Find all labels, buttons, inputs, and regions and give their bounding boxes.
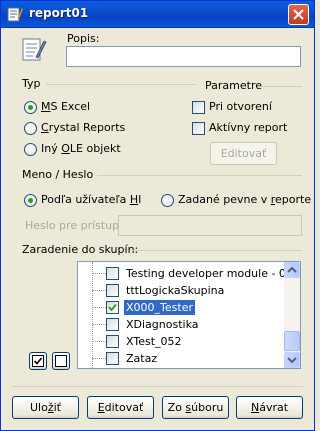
list-item-label: tttLogickaSkupina [126, 284, 225, 297]
typ-divider [46, 84, 197, 85]
uncheck-all-button[interactable] [52, 352, 70, 370]
checkbox-checked-icon [32, 355, 44, 367]
aktivny-report-label: Aktívny report [209, 121, 288, 134]
ms-excel-label: MS Excel [41, 100, 91, 113]
popis-label: Popis: [67, 32, 100, 45]
bottom-divider [12, 386, 303, 387]
podla-uzivatela-label: Podľa užívateľa HI [41, 193, 142, 206]
navrat-button[interactable]: Návrat [236, 396, 303, 419]
list-item-checkbox[interactable] [106, 267, 119, 280]
list-item[interactable]: XDiagnostika [78, 316, 284, 333]
zo-suboru-button[interactable]: Zo súboru [162, 396, 229, 419]
parametre-heading: Parametre [205, 79, 262, 92]
parametre-divider [259, 86, 302, 87]
close-button[interactable] [288, 4, 309, 25]
popis-input[interactable] [66, 46, 301, 67]
zaradenie-heading: Zaradenie do skupín: [22, 243, 139, 256]
aktivny-report-checkbox[interactable] [192, 122, 205, 135]
ulozit-button[interactable]: Uložiť [12, 396, 79, 419]
group-list[interactable]: Testing developer module - 01 tttLogicka… [77, 261, 301, 369]
check-all-button[interactable] [29, 352, 47, 370]
heslo-label: Heslo pre prístup: [25, 219, 123, 232]
vertical-scrollbar[interactable] [284, 262, 300, 368]
radio-podla-uzivatela[interactable] [24, 194, 37, 207]
list-item-label: X000_Tester [123, 299, 196, 316]
scroll-down-button[interactable] [284, 352, 300, 368]
document-edit-icon [22, 38, 47, 61]
radio-zadane-pevne[interactable] [161, 194, 174, 207]
meno-heslo-heading: Meno / Heslo [22, 168, 94, 181]
close-icon [293, 9, 304, 20]
list-item[interactable]: XTest_052 [78, 333, 284, 350]
typ-heading: Typ [22, 77, 41, 90]
arrow-up-icon [287, 266, 297, 273]
window-app-icon [7, 7, 23, 22]
checkbox-empty-icon [55, 355, 67, 367]
radio-crystal-reports[interactable] [24, 122, 37, 135]
title-bar[interactable]: report01 [1, 1, 314, 28]
crystal-reports-label: Crystal Reports [41, 121, 126, 134]
list-item[interactable]: Testing developer module - 01 [78, 265, 293, 282]
zaradenie-divider [132, 250, 302, 251]
list-item[interactable]: tttLogickaSkupina [78, 282, 284, 299]
window-title: report01 [29, 6, 89, 20]
list-item[interactable]: Zataz [78, 350, 284, 367]
editovat-button[interactable]: Editovať [87, 396, 154, 419]
checkmark-icon [108, 303, 117, 312]
list-item-checkbox[interactable] [106, 335, 119, 348]
arrow-down-icon [287, 357, 297, 364]
zadane-pevne-label: Zadané pevne v reporte [178, 193, 312, 206]
list-item[interactable]: X000_Tester [78, 299, 284, 316]
list-item-label: Testing developer module - 01 [126, 267, 293, 280]
pri-otvoreni-checkbox[interactable] [192, 101, 205, 114]
radio-ole-objekt[interactable] [24, 143, 37, 156]
list-item-checkbox[interactable] [106, 284, 119, 297]
parametre-editovat-button[interactable]: Editovať [210, 142, 277, 165]
meno-heslo-divider [97, 175, 302, 176]
pri-otvoreni-label: Pri otvorení [209, 100, 272, 113]
radio-ms-excel[interactable] [24, 101, 37, 114]
scroll-up-button[interactable] [284, 262, 300, 278]
dialog-window: report01 Popis: Typ MS Excel Crystal Rep… [0, 0, 315, 431]
scroll-thumb[interactable] [284, 331, 300, 351]
list-item-checkbox[interactable] [106, 352, 119, 365]
list-item-label: XTest_052 [126, 335, 182, 348]
list-item-checkbox[interactable] [106, 301, 119, 314]
list-item-label: Zataz [126, 352, 158, 365]
heslo-input[interactable] [118, 215, 302, 236]
list-item-checkbox[interactable] [106, 318, 119, 331]
ole-objekt-label: Iný OLE objekt [41, 142, 121, 155]
list-item-label: XDiagnostika [126, 318, 199, 331]
